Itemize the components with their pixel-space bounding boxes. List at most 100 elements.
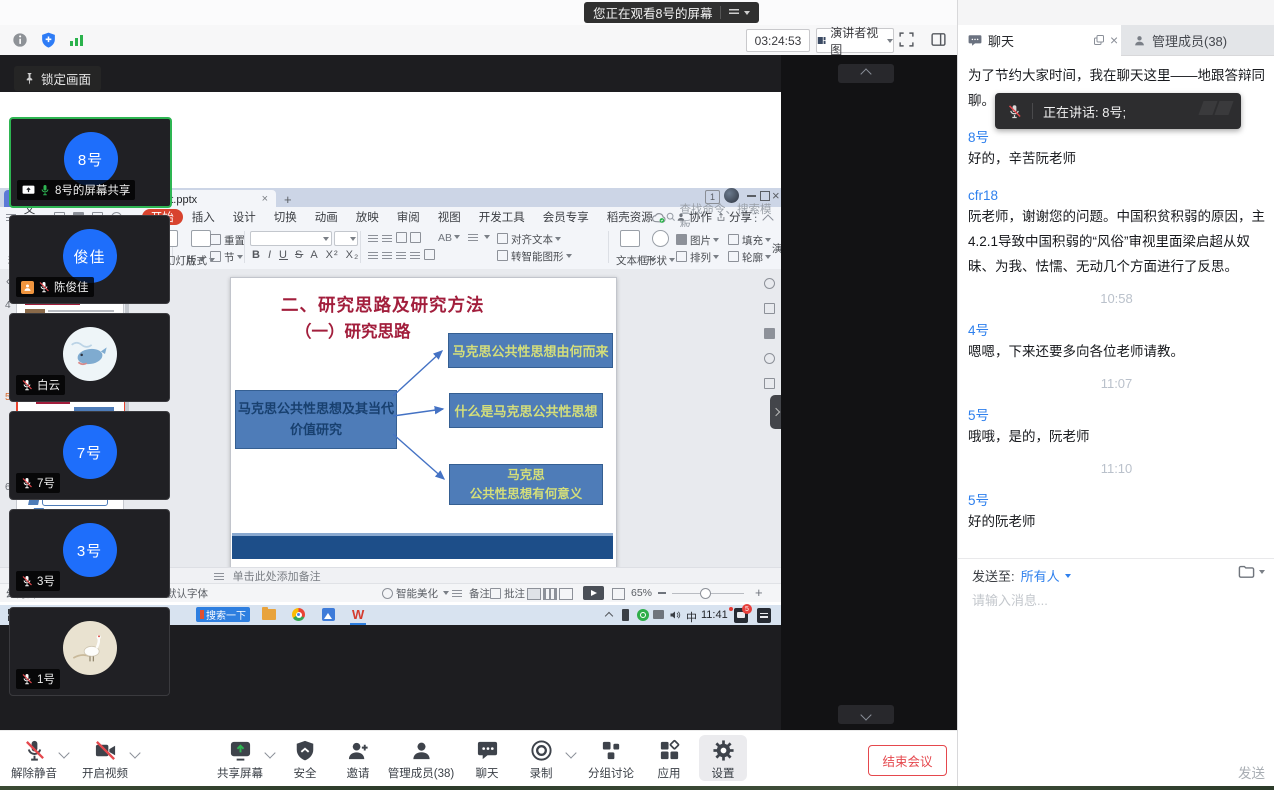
ribbon-tab-transition[interactable]: 切换 xyxy=(265,209,306,225)
italic-button[interactable]: I xyxy=(268,249,272,261)
send-button[interactable]: 发送 xyxy=(1238,762,1265,782)
meeting-info-icon[interactable] xyxy=(12,32,28,53)
participant-tile-8hao[interactable]: 8号 8号的屏幕共享 xyxy=(9,117,172,208)
subscript-button[interactable]: X₂ xyxy=(346,249,360,261)
ribbon-tab-animation[interactable]: 动画 xyxy=(306,209,347,225)
notes-placeholder[interactable]: 单击此处添加备注 xyxy=(214,568,321,584)
chat-sender[interactable]: 5号 xyxy=(968,407,1265,424)
send-to-select[interactable]: 所有人 xyxy=(1021,566,1071,585)
start-video-button[interactable]: 开启视频 xyxy=(59,739,151,781)
end-meeting-button[interactable]: 结束会议 xyxy=(868,745,947,776)
help-icon[interactable] xyxy=(764,353,775,364)
outline-button[interactable]: 轮廓 xyxy=(728,250,771,265)
picture-button[interactable]: 图片 xyxy=(676,233,719,248)
sorter-view-icon[interactable] xyxy=(543,588,557,600)
profile-icon[interactable] xyxy=(764,278,775,289)
arrange-button[interactable]: 排列 xyxy=(676,250,719,265)
wps-taskbar-icon[interactable]: W xyxy=(350,607,366,625)
section-button[interactable]: 节 xyxy=(210,250,243,265)
new-document-tab-button[interactable]: + xyxy=(284,192,292,207)
ribbon-tab-design[interactable]: 设计 xyxy=(224,209,265,225)
underline-button[interactable]: U xyxy=(279,249,288,261)
collab-button[interactable]: 协作 xyxy=(676,209,712,225)
participant-tile-3hao[interactable]: 3号 3号 xyxy=(9,509,170,598)
file-explorer-icon[interactable] xyxy=(262,609,276,620)
shape-button[interactable]: 形状 xyxy=(646,253,675,268)
line-spacing-button[interactable] xyxy=(468,232,490,244)
fullscreen-icon[interactable] xyxy=(898,31,915,53)
play-slideshow-button[interactable] xyxy=(583,586,604,600)
taskbar-search-pill[interactable]: 搜索一下 xyxy=(196,607,250,622)
scroll-participants-down-button[interactable] xyxy=(838,705,894,724)
chat-sender[interactable]: 8号 xyxy=(968,129,1265,146)
ribbon-tab-member[interactable]: 会员专享 xyxy=(534,209,598,225)
zoom-out-icon[interactable] xyxy=(658,592,666,594)
normal-view-icon[interactable] xyxy=(527,588,541,600)
participant-tile-7hao[interactable]: 7号 7号 xyxy=(9,411,170,500)
notes-toggle[interactable]: 备注 xyxy=(452,586,490,601)
ime-indicator[interactable]: 中 xyxy=(686,609,697,625)
font-name-select[interactable] xyxy=(250,231,332,246)
zoom-level[interactable]: 65% xyxy=(631,587,652,599)
banner-menu-icon[interactable] xyxy=(729,9,750,16)
strikethrough-button[interactable]: S xyxy=(295,249,303,261)
reset-button[interactable]: 重置 xyxy=(210,233,245,248)
pin-view-button[interactable]: 锁定画面 xyxy=(14,66,101,91)
present-tools-label[interactable]: 演示 xyxy=(772,241,781,256)
video-strip-collapse-handle[interactable] xyxy=(770,395,781,429)
wps-right-sidebar[interactable] xyxy=(764,278,775,389)
chat-sender[interactable]: 5号 xyxy=(968,492,1265,509)
minimize-icon[interactable] xyxy=(747,195,756,197)
tray-volume-icon[interactable] xyxy=(669,609,681,621)
fit-slide-icon[interactable] xyxy=(612,588,625,600)
security-shield-icon[interactable] xyxy=(40,31,57,54)
tab-chat[interactable]: 聊天 × xyxy=(958,25,1122,55)
more-tools-icon[interactable] xyxy=(764,378,775,389)
list-buttons[interactable] xyxy=(368,232,424,245)
smart-graphic-button[interactable]: 转智能图形 xyxy=(497,249,572,264)
settings-button[interactable]: 设置 xyxy=(677,739,769,781)
text-direction-button[interactable]: AB xyxy=(438,232,460,244)
tray-camera-icon[interactable] xyxy=(653,610,664,619)
participant-tile-baiyun[interactable]: 白云 xyxy=(9,313,170,402)
align-text-button[interactable]: 对齐文本 xyxy=(497,232,561,247)
comments-panel-icon[interactable] xyxy=(764,328,775,339)
comments-toggle[interactable]: 批注 xyxy=(490,586,525,601)
tray-expand-icon[interactable] xyxy=(605,612,613,620)
maximize-icon[interactable] xyxy=(760,191,770,201)
side-panel-toggle-icon[interactable] xyxy=(930,31,947,53)
font-color-button[interactable]: A xyxy=(310,249,318,261)
ribbon-tab-dev[interactable]: 开发工具 xyxy=(470,209,534,225)
tray-green-ball-icon[interactable] xyxy=(637,609,649,621)
tab-manage-members[interactable]: 管理成员(38) xyxy=(1121,25,1274,56)
popout-icon[interactable] xyxy=(1093,34,1105,46)
font-size-select[interactable] xyxy=(334,231,358,246)
beautify-button[interactable]: 智能美化 xyxy=(382,586,449,601)
ribbon-tab-view[interactable]: 视图 xyxy=(429,209,470,225)
chat-message-list[interactable]: 为了节约大家时间，我在聊天这里——地跟答辩同聊。 8号 好的，辛苦阮老师 cfr… xyxy=(958,55,1274,558)
cloud-sync-icon[interactable] xyxy=(652,212,666,223)
chat-input[interactable]: 请输入消息... xyxy=(972,590,1048,609)
chat-sender[interactable]: cfr18 xyxy=(968,187,1265,204)
tray-phone-icon[interactable] xyxy=(622,609,629,621)
fill-button[interactable]: 填充 xyxy=(728,233,771,248)
zoom-slider-knob[interactable] xyxy=(700,588,711,599)
photos-app-icon[interactable] xyxy=(322,608,335,621)
close-document-icon[interactable]: × xyxy=(262,193,268,205)
view-mode-button[interactable]: 演讲者视图 xyxy=(816,28,894,53)
close-chat-icon[interactable]: × xyxy=(1110,32,1118,48)
share-button[interactable]: 分享 xyxy=(716,209,752,225)
slide-canvas[interactable]: 二、研究思路及研究方法 （一）研究思路 马克思公共性思想及其当代价值研究 马克思… xyxy=(230,277,617,569)
font-format-buttons[interactable]: B I U S A X² X₂ xyxy=(252,249,359,261)
network-signal-icon[interactable] xyxy=(70,35,83,46)
bold-button[interactable]: B xyxy=(252,249,261,261)
ribbon-tab-review[interactable]: 审阅 xyxy=(388,209,429,225)
ribbon-tab-insert[interactable]: 插入 xyxy=(183,209,224,225)
superscript-button[interactable]: X² xyxy=(326,249,339,261)
more-menu-icon[interactable]: ⋮ xyxy=(750,210,762,224)
zoom-in-icon[interactable]: + xyxy=(755,585,763,600)
chrome-icon[interactable] xyxy=(292,608,305,621)
props-icon[interactable] xyxy=(764,303,775,314)
participant-tile-junjia[interactable]: 俊佳 陈俊佳 xyxy=(9,215,170,304)
tray-clock[interactable]: 11:41 xyxy=(701,609,728,621)
